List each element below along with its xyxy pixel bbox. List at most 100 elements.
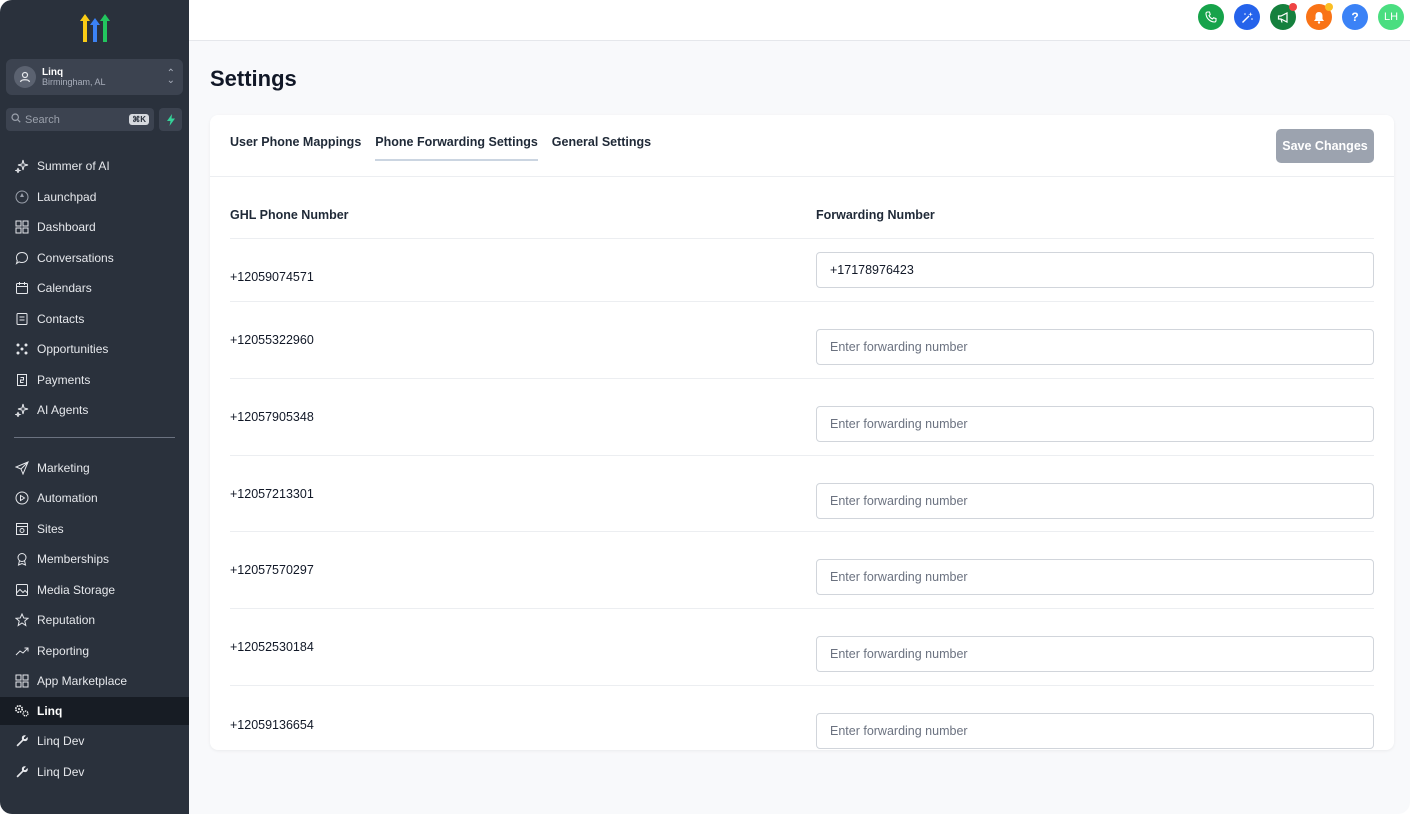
sidebar-item-label: Marketing <box>37 461 90 475</box>
forwarding-number-input[interactable] <box>816 559 1374 595</box>
grid-icon <box>14 219 30 235</box>
card-divider <box>210 176 1394 177</box>
sidebar-item-calendars[interactable]: Calendars <box>0 274 189 302</box>
sidebar-item-ai-agents[interactable]: AI Agents <box>0 396 189 424</box>
ghl-phone-number: +12055322960 <box>230 333 314 347</box>
sidebar-item-summer-of-ai[interactable]: Summer of AI <box>0 152 189 180</box>
location-switcher[interactable]: Linq Birmingham, AL ⌃ ⌄ <box>6 59 183 95</box>
gears-icon <box>14 703 30 719</box>
ghl-phone-number: +12057213301 <box>230 487 314 501</box>
sidebar-item-contacts[interactable]: Contacts <box>0 305 189 333</box>
forwarding-number-input[interactable] <box>816 329 1374 365</box>
sidebar-item-reputation[interactable]: Reputation <box>0 606 189 634</box>
forwarding-number-input[interactable] <box>816 252 1374 288</box>
sidebar-item-memberships[interactable]: Memberships <box>0 545 189 573</box>
sidebar-item-label: AI Agents <box>37 403 89 417</box>
sidebar-item-linq-dev[interactable]: Linq Dev <box>0 727 189 755</box>
top-bar: ? LH <box>189 0 1410 41</box>
ghl-phone-number: +12052530184 <box>230 640 314 654</box>
table-row: +12057570297 <box>230 531 1374 608</box>
sidebar-item-dashboard[interactable]: Dashboard <box>0 213 189 241</box>
sidebar-item-linq[interactable]: Linq <box>0 697 189 725</box>
tab-general-settings[interactable]: General Settings <box>552 135 651 161</box>
sidebar-item-payments[interactable]: Payments <box>0 366 189 394</box>
chat-icon <box>14 250 30 266</box>
forwarding-number-input[interactable] <box>816 406 1374 442</box>
sidebar-item-label: Memberships <box>37 552 110 566</box>
table-row: +12057213301 <box>230 455 1374 532</box>
megaphone-icon <box>1277 11 1288 23</box>
sidebar-item-label: Linq <box>37 704 63 718</box>
trend-icon <box>14 643 30 659</box>
bolt-icon <box>166 113 175 126</box>
table-row: +12052530184 <box>230 608 1374 685</box>
sidebar-item-label: Reputation <box>37 613 96 627</box>
notifications-button[interactable] <box>1306 3 1333 30</box>
sparkle-icon <box>14 402 30 418</box>
tab-phone-forwarding-settings[interactable]: Phone Forwarding Settings <box>375 135 538 161</box>
app-logo <box>78 12 112 44</box>
sidebar-divider <box>14 437 175 438</box>
save-changes-button[interactable]: Save Changes <box>1276 129 1374 163</box>
phone-icon <box>1205 11 1217 23</box>
sidebar-item-label: Automation <box>37 491 98 505</box>
sidebar-item-label: Media Storage <box>37 583 116 597</box>
ghl-phone-number: +12057905348 <box>230 410 314 424</box>
location-name: Linq <box>42 66 64 78</box>
sidebar: Linq Birmingham, AL ⌃ ⌄ Search ⌘K Summer … <box>0 0 189 814</box>
grid-icon <box>14 673 30 689</box>
column-header-ghl-phone: GHL Phone Number <box>230 208 349 222</box>
settings-tabs: User Phone Mappings Phone Forwarding Set… <box>230 135 651 161</box>
sidebar-item-automation[interactable]: Automation <box>0 484 189 512</box>
automation-icon <box>14 490 30 506</box>
search-placeholder: Search <box>25 113 60 126</box>
help-button[interactable]: ? <box>1342 4 1368 30</box>
quick-action-button[interactable] <box>159 108 182 131</box>
opportunities-icon <box>14 341 30 357</box>
sidebar-item-launchpad[interactable]: Launchpad <box>0 183 189 211</box>
sidebar-item-conversations[interactable]: Conversations <box>0 244 189 272</box>
user-avatar[interactable]: LH <box>1378 4 1404 30</box>
sidebar-item-label: Summer of AI <box>37 159 110 173</box>
forwarding-number-input[interactable] <box>816 636 1374 672</box>
sidebar-item-label: App Marketplace <box>37 674 128 688</box>
location-icon <box>14 66 36 88</box>
search-icon <box>11 113 21 126</box>
location-city: Birmingham, AL <box>42 76 106 87</box>
sidebar-search[interactable]: Search ⌘K <box>6 108 154 131</box>
sites-icon <box>14 521 30 537</box>
sidebar-item-linq-dev-2[interactable]: Linq Dev <box>0 758 189 786</box>
rocket-icon <box>14 189 30 205</box>
table-row: +12059136654 <box>230 685 1374 750</box>
image-icon <box>14 582 30 598</box>
help-icon: ? <box>1351 10 1359 24</box>
sidebar-item-label: Opportunities <box>37 342 109 356</box>
send-icon <box>14 460 30 476</box>
ai-magic-button[interactable] <box>1234 4 1260 30</box>
magic-icon <box>1241 11 1253 23</box>
sidebar-item-label: Reporting <box>37 644 90 658</box>
search-shortcut: ⌘K <box>129 114 149 125</box>
sidebar-item-label: Linq Dev <box>37 734 85 748</box>
sidebar-item-label: Launchpad <box>37 190 97 204</box>
sidebar-item-media-storage[interactable]: Media Storage <box>0 576 189 604</box>
phone-button[interactable] <box>1198 4 1224 30</box>
app-frame: Linq Birmingham, AL ⌃ ⌄ Search ⌘K Summer … <box>0 0 1410 814</box>
sidebar-item-opportunities[interactable]: Opportunities <box>0 335 189 363</box>
forwarding-number-input[interactable] <box>816 483 1374 519</box>
contacts-icon <box>14 311 30 327</box>
ghl-phone-number: +12057570297 <box>230 563 314 577</box>
sidebar-item-app-marketplace[interactable]: App Marketplace <box>0 667 189 695</box>
wrench-icon <box>14 764 30 780</box>
sidebar-item-marketing[interactable]: Marketing <box>0 454 189 482</box>
tab-user-phone-mappings[interactable]: User Phone Mappings <box>230 135 361 161</box>
sidebar-item-label: Conversations <box>37 251 114 265</box>
sidebar-item-sites[interactable]: Sites <box>0 515 189 543</box>
sparkle-icon <box>14 158 30 174</box>
settings-card: User Phone Mappings Phone Forwarding Set… <box>210 115 1394 750</box>
sidebar-item-reporting[interactable]: Reporting <box>0 637 189 665</box>
award-icon <box>14 551 30 567</box>
payments-icon <box>14 372 30 388</box>
announcements-button[interactable] <box>1270 3 1297 30</box>
forwarding-number-input[interactable] <box>816 713 1374 749</box>
